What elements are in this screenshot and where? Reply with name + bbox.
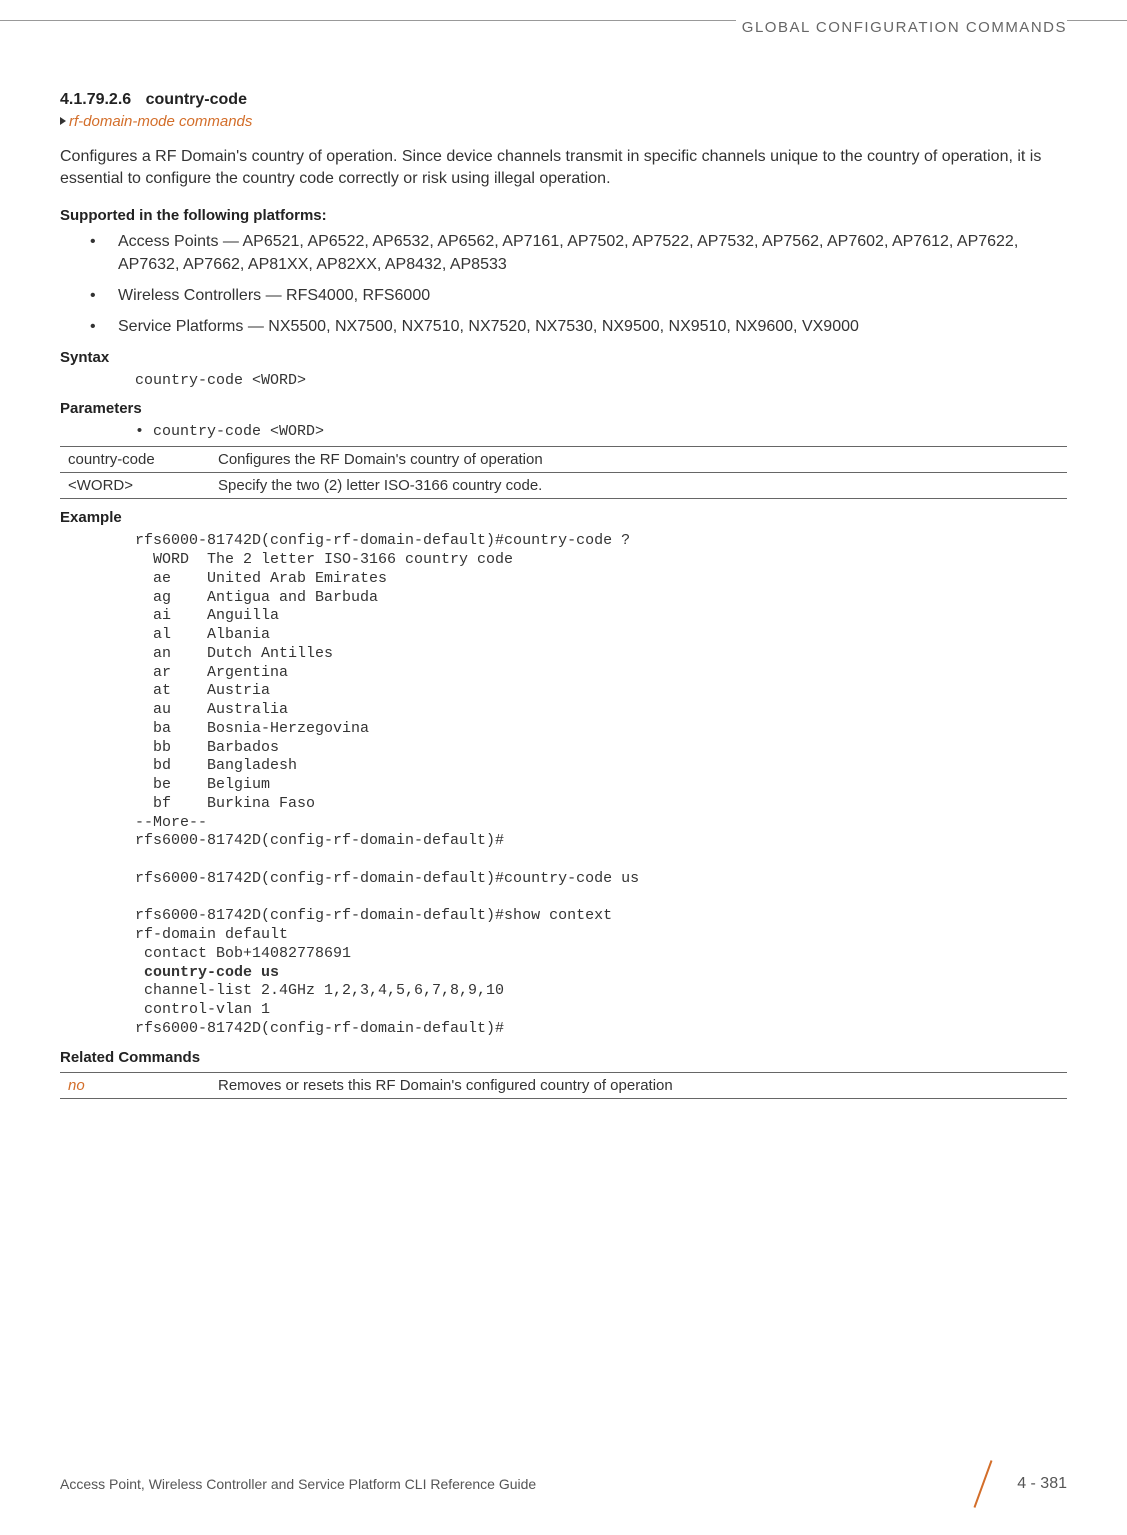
footer-doc-title: Access Point, Wireless Controller and Se… <box>60 1476 536 1492</box>
table-row: country-code Configures the RF Domain's … <box>60 447 1067 473</box>
related-desc-cell: Removes or resets this RF Domain's confi… <box>210 1072 1067 1098</box>
param-name-cell: country-code <box>60 447 210 473</box>
supported-list: Access Points — AP6521, AP6522, AP6532, … <box>60 230 1067 339</box>
list-item: Service Platforms — NX5500, NX7500, NX75… <box>90 315 1067 338</box>
page-content: 4.1.79.2.6 country-code rf-domain-mode c… <box>0 21 1127 1099</box>
related-name-cell: no <box>60 1072 210 1098</box>
footer-right: 4 - 381 <box>961 1463 1067 1505</box>
breadcrumb: rf-domain-mode commands <box>60 113 1067 130</box>
parameters-table: country-code Configures the RF Domain's … <box>60 446 1067 499</box>
table-row: no Removes or resets this RF Domain's co… <box>60 1072 1067 1098</box>
parameters-bullet: • country-code <WORD> <box>60 423 1067 440</box>
example-output: rfs6000-81742D(config-rf-domain-default)… <box>60 532 1067 1038</box>
table-row: <WORD> Specify the two (2) letter ISO-31… <box>60 473 1067 499</box>
syntax-code: country-code <WORD> <box>60 372 1067 391</box>
example-bold-line: country-code us <box>135 964 279 981</box>
chapter-title: GLOBAL CONFIGURATION COMMANDS <box>736 19 1067 36</box>
related-table: no Removes or resets this RF Domain's co… <box>60 1072 1067 1099</box>
example-pre2: channel-list 2.4GHz 1,2,3,4,5,6,7,8,9,10… <box>135 982 504 1037</box>
param-name-cell: <WORD> <box>60 473 210 499</box>
param-desc-cell: Specify the two (2) letter ISO-3166 coun… <box>210 473 1067 499</box>
list-item: Access Points — AP6521, AP6522, AP6532, … <box>90 230 1067 276</box>
header-rule: GLOBAL CONFIGURATION COMMANDS <box>0 20 1127 21</box>
supported-heading: Supported in the following platforms: <box>60 207 1067 224</box>
example-heading: Example <box>60 509 1067 526</box>
syntax-heading: Syntax <box>60 349 1067 366</box>
example-pre1: rfs6000-81742D(config-rf-domain-default)… <box>135 532 639 962</box>
page-number: 4 - 381 <box>1017 1475 1067 1493</box>
breadcrumb-text: rf-domain-mode commands <box>69 113 252 130</box>
arrow-right-icon <box>60 117 66 125</box>
description-paragraph: Configures a RF Domain's country of oper… <box>60 146 1067 191</box>
list-item: Wireless Controllers — RFS4000, RFS6000 <box>90 284 1067 307</box>
section-heading-row: 4.1.79.2.6 country-code <box>60 91 1067 109</box>
section-number: 4.1.79.2.6 <box>60 91 131 108</box>
section-title: country-code <box>146 91 247 108</box>
page-footer: Access Point, Wireless Controller and Se… <box>0 1463 1127 1505</box>
slash-icon <box>961 1463 1003 1505</box>
param-desc-cell: Configures the RF Domain's country of op… <box>210 447 1067 473</box>
parameters-heading: Parameters <box>60 400 1067 417</box>
related-heading: Related Commands <box>60 1049 1067 1066</box>
